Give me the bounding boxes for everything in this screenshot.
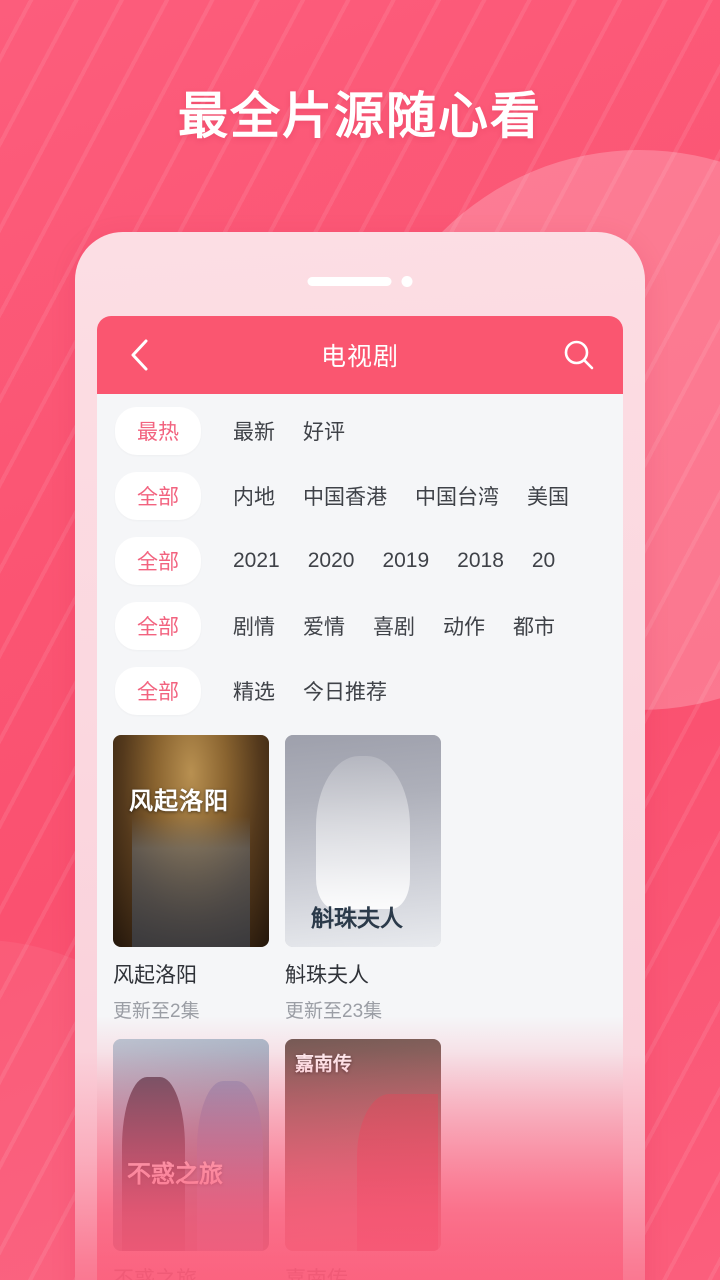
poster-thumbnail[interactable]: 风起洛阳 <box>113 735 269 947</box>
filter-row-region: 全部 内地 中国香港 中国台湾 美国 <box>97 463 623 528</box>
filter-option-year-2[interactable]: 2019 <box>368 540 443 582</box>
poster-title-overlay: 斛珠夫人 <box>311 905 403 931</box>
list-item-subtitle: 更新至2集 <box>113 1001 200 1022</box>
page-headline: 最全片源随心看 <box>178 88 542 144</box>
filter-option-genre-4[interactable]: 都市 <box>499 602 569 650</box>
phone-notch <box>307 276 413 287</box>
filter-row-year: 全部 2021 2020 2019 2018 20 <box>97 528 623 593</box>
list-item-title: 斛珠夫人 <box>285 964 369 987</box>
phone-screen: 电视剧 最热 最新 好评 全部 内地 中国香港 中国台湾 美国 全部 2021 … <box>97 316 623 1280</box>
filter-row-feature: 全部 精选 今日推荐 <box>97 658 623 723</box>
filter-option-year-1[interactable]: 2020 <box>294 540 369 582</box>
filter-option-feature-1[interactable]: 今日推荐 <box>289 667 401 715</box>
filter-chip-active-region[interactable]: 全部 <box>115 471 201 520</box>
list-item[interactable]: 不惑之旅 不惑之旅 更新至28集 <box>113 1039 269 1280</box>
app-header: 电视剧 <box>97 316 623 394</box>
list-item-title: 不惑之旅 <box>113 1268 197 1280</box>
list-item-title: 嘉南传 <box>285 1268 348 1280</box>
phone-camera-icon <box>401 276 413 287</box>
filter-option-feature-0[interactable]: 精选 <box>219 667 289 715</box>
filter-option-sort-1[interactable]: 好评 <box>289 407 359 455</box>
list-item-title: 风起洛阳 <box>113 964 197 987</box>
filter-option-region-0[interactable]: 内地 <box>219 472 289 520</box>
filter-option-region-2[interactable]: 中国台湾 <box>401 472 513 520</box>
filter-option-year-3[interactable]: 2018 <box>443 540 518 582</box>
list-item-subtitle: 更新至23集 <box>285 1001 383 1022</box>
search-icon <box>564 340 594 370</box>
filter-chip-active-genre[interactable]: 全部 <box>115 601 201 650</box>
poster-title-overlay: 不惑之旅 <box>127 1161 223 1188</box>
list-item[interactable]: 风起洛阳 风起洛阳 更新至2集 <box>113 735 269 1023</box>
poster-title-overlay: 风起洛阳 <box>129 788 229 815</box>
filter-option-region-3[interactable]: 美国 <box>513 472 583 520</box>
filter-chip-active-sort[interactable]: 最热 <box>115 406 201 455</box>
search-button[interactable] <box>557 333 601 377</box>
poster-thumbnail[interactable]: 不惑之旅 <box>113 1039 269 1251</box>
filter-row-sort: 最热 最新 好评 <box>97 398 623 463</box>
content-grid: 风起洛阳 风起洛阳 更新至2集 斛珠夫人 斛珠夫人 更新至23集 不惑之旅 不惑… <box>97 729 623 1280</box>
filter-panel: 最热 最新 好评 全部 内地 中国香港 中国台湾 美国 全部 2021 2020… <box>97 394 623 729</box>
filter-option-region-1[interactable]: 中国香港 <box>289 472 401 520</box>
filter-option-genre-2[interactable]: 喜剧 <box>359 602 429 650</box>
filter-chip-active-year[interactable]: 全部 <box>115 536 201 585</box>
list-item[interactable]: 斛珠夫人 斛珠夫人 更新至23集 <box>285 735 441 1023</box>
filter-option-genre-0[interactable]: 剧情 <box>219 602 289 650</box>
filter-option-sort-0[interactable]: 最新 <box>219 407 289 455</box>
phone-mockup: 电视剧 最热 最新 好评 全部 内地 中国香港 中国台湾 美国 全部 2021 … <box>75 232 645 1280</box>
filter-row-genre: 全部 剧情 爱情 喜剧 动作 都市 <box>97 593 623 658</box>
filter-option-year-4[interactable]: 20 <box>518 540 569 582</box>
filter-chip-active-feature[interactable]: 全部 <box>115 666 201 715</box>
list-item[interactable]: 嘉南传 嘉南传 <box>285 1039 441 1280</box>
page-title: 电视剧 <box>320 343 399 371</box>
poster-title-overlay: 嘉南传 <box>295 1054 353 1075</box>
filter-option-genre-1[interactable]: 爱情 <box>289 602 359 650</box>
chevron-left-icon <box>131 339 148 371</box>
phone-speaker-icon <box>307 277 392 286</box>
poster-thumbnail[interactable]: 嘉南传 <box>285 1039 441 1251</box>
back-button[interactable] <box>119 335 159 375</box>
poster-artwork <box>113 735 269 947</box>
poster-thumbnail[interactable]: 斛珠夫人 <box>285 735 441 947</box>
filter-option-genre-3[interactable]: 动作 <box>429 602 499 650</box>
filter-option-year-0[interactable]: 2021 <box>219 540 294 582</box>
